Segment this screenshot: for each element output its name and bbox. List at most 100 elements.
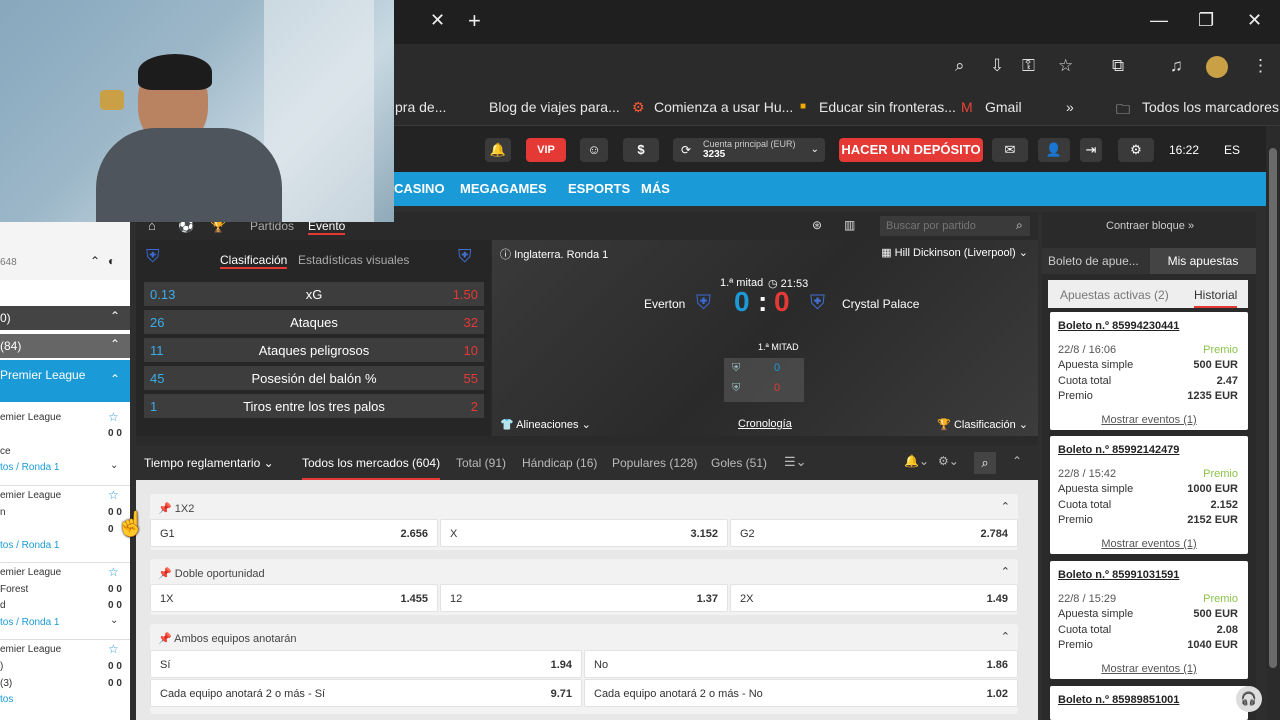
tab-popular[interactable]: Populares (128) <box>612 456 697 470</box>
group-label[interactable]: 0) <box>0 311 11 325</box>
bookmark-item[interactable]: Educar sin fronteras... <box>819 99 956 115</box>
odd-button[interactable]: 2X 1.49 <box>730 584 1018 612</box>
list-item[interactable]: emier League ☆ Forest d 0 0 0 0 tos / Ro… <box>0 562 130 634</box>
search-icon[interactable]: ⌕ <box>974 452 996 474</box>
logout-icon[interactable]: ⇥ <box>1080 138 1102 162</box>
timeline-button[interactable]: Cronología <box>738 418 792 430</box>
install-icon[interactable]: ⇩ <box>990 56 1004 76</box>
list-item[interactable]: emier League ☆ ) (3) 0 0 0 0 tos <box>0 639 130 711</box>
bookmark-item[interactable]: Comienza a usar Hu... <box>654 99 793 115</box>
chevron-up-icon[interactable]: ⌃ <box>1001 500 1010 513</box>
maximize-icon[interactable]: ❐ <box>1198 10 1214 31</box>
tab-total[interactable]: Total (91) <box>456 456 506 470</box>
tab-active-bets[interactable]: Apuestas activas (2) <box>1060 288 1169 302</box>
list-item[interactable]: emier League ☆ ce 0 0 tos / Ronda 1 ⌄ <box>0 408 130 480</box>
password-key-icon[interactable]: ⚿ <box>1022 56 1035 76</box>
favorite-star-icon[interactable]: ☆ <box>108 565 119 579</box>
chart-icon[interactable]: ▥ <box>844 218 855 232</box>
nav-casino[interactable]: CASINO <box>394 181 445 196</box>
odd-button[interactable]: Sí 1.94 <box>150 650 582 678</box>
odd-button[interactable]: 12 1.37 <box>440 584 728 612</box>
vip-button[interactable]: VIP <box>526 138 566 162</box>
bet-ticket[interactable]: Boleto n.º 85991031591 22/8 / 15:29 Premi… <box>1050 561 1248 679</box>
chevron-down-icon[interactable]: ⌄ <box>110 460 118 471</box>
league-label[interactable]: Premier League <box>0 368 85 382</box>
tab-handicap[interactable]: Hándicap (16) <box>522 456 597 470</box>
chevron-up-icon[interactable]: ⌃ <box>1001 565 1010 578</box>
more-menu-icon[interactable]: ☰⌄ <box>784 454 807 470</box>
chevron-down-icon[interactable]: ⌄ <box>110 615 118 626</box>
round-link[interactable]: tos / Ronda 1 <box>0 617 59 628</box>
odd-button[interactable]: Cada equipo anotará 2 o más - Sí 9.71 <box>150 679 582 707</box>
favorite-star-icon[interactable]: ☆ <box>108 488 119 502</box>
menu-kebab-icon[interactable]: ⋮ <box>1252 56 1269 76</box>
bookmark-item[interactable]: pra de... <box>395 99 446 115</box>
media-icon[interactable]: ♫ <box>1170 56 1183 76</box>
odd-button[interactable]: G2 2.784 <box>730 519 1018 547</box>
period-select[interactable]: Tiempo reglamentario ⌄ <box>144 456 274 470</box>
clock-time[interactable]: 16:22 <box>1162 138 1206 162</box>
globe-icon[interactable]: ◐ <box>108 254 115 268</box>
odd-button[interactable]: 1X 1.455 <box>150 584 438 612</box>
odd-button[interactable]: G1 2.656 <box>150 519 438 547</box>
mail-icon[interactable]: ✉ <box>992 138 1028 162</box>
scrollbar-thumb[interactable] <box>1269 148 1277 668</box>
nav-more[interactable]: MÁS <box>641 181 670 196</box>
bookmark-star-icon[interactable]: ☆ <box>1058 56 1073 76</box>
language-select[interactable]: ES <box>1214 138 1250 162</box>
odd-button[interactable]: No 1.86 <box>584 650 1018 678</box>
pin-icon[interactable]: ⊛ <box>812 218 822 232</box>
round-link[interactable]: tos <box>0 694 13 705</box>
chevron-up-icon[interactable]: ⌃ <box>110 337 120 351</box>
search-input[interactable] <box>880 216 1030 236</box>
list-item[interactable]: emier League ☆ n 0 0 0 tos / Ronda 1 <box>0 485 130 557</box>
refresh-icon[interactable]: ⟳ <box>681 138 691 162</box>
settings-gear-icon[interactable]: ⚙ <box>1118 138 1154 162</box>
collapse-icon[interactable]: ⌃ <box>1012 454 1022 468</box>
collapse-block-button[interactable]: Contraer bloque » <box>1106 220 1194 232</box>
gear-icon[interactable]: ⚙⌄ <box>938 454 959 468</box>
ticket-id[interactable]: Boleto n.º 85992142479 <box>1058 444 1179 456</box>
tab-all-markets[interactable]: Todos los mercados (604) <box>302 456 441 480</box>
show-events-link[interactable]: Mostrar eventos (1) <box>1050 538 1248 550</box>
odd-button[interactable]: Cada equipo anotará 2 o más - No 1.02 <box>584 679 1018 707</box>
chevron-up-icon[interactable]: ⌃ <box>110 309 120 323</box>
dollar-icon[interactable]: $ <box>623 138 659 162</box>
zoom-icon[interactable]: ⌕ <box>955 56 965 76</box>
venue-info[interactable]: ▦ Hill Dickinson (Liverpool) ⌄ <box>881 246 1028 259</box>
promo-icon[interactable]: ☺ <box>580 138 608 162</box>
round-link[interactable]: tos / Ronda 1 <box>0 462 59 473</box>
chevron-up-icon[interactable]: ⌃ <box>1001 630 1010 643</box>
profile-avatar[interactable] <box>1206 56 1228 78</box>
nav-esports[interactable]: ESPORTS <box>568 181 630 196</box>
user-icon[interactable]: 👤 <box>1038 138 1070 162</box>
nav-megagames[interactable]: MEGAGAMES <box>460 181 547 196</box>
bet-ticket[interactable]: Boleto n.º 85992142479 22/8 / 15:42 Premi… <box>1050 436 1248 554</box>
lineups-button[interactable]: 👕 Alineaciones ⌄ <box>500 418 591 431</box>
minimize-icon[interactable]: — <box>1150 10 1168 31</box>
group-label[interactable]: (84) <box>0 339 21 353</box>
ticket-id[interactable]: Boleto n.º 85994230441 <box>1058 320 1179 332</box>
tab-my-bets[interactable]: Mis apuestas <box>1150 248 1256 274</box>
ticket-id[interactable]: Boleto n.º 85989851001 <box>1058 694 1179 706</box>
bookmark-item[interactable]: Blog de viajes para... <box>489 99 620 115</box>
window-close-icon[interactable]: ✕ <box>1247 10 1262 31</box>
account-balance[interactable]: ⟳ Cuenta principal (EUR) 3235 ⌄ <box>673 138 825 162</box>
page-scrollbar[interactable] <box>1266 126 1280 720</box>
tab-bet-slip[interactable]: Boleto de apue... <box>1048 254 1139 268</box>
new-tab-icon[interactable]: + <box>468 8 481 34</box>
collapse-all-icon[interactable]: ⌃ <box>90 254 100 268</box>
more-bookmarks-icon[interactable]: » <box>1066 99 1074 115</box>
tab-history[interactable]: Historial <box>1194 288 1238 308</box>
ticket-id[interactable]: Boleto n.º 85991031591 <box>1058 569 1179 581</box>
bet-ticket[interactable]: Boleto n.º 85989851001 <box>1050 686 1248 720</box>
bell-icon[interactable]: 🔔⌄ <box>904 454 929 468</box>
extensions-icon[interactable]: ⧉ <box>1112 56 1124 76</box>
show-events-link[interactable]: Mostrar eventos (1) <box>1050 414 1248 426</box>
show-events-link[interactable]: Mostrar eventos (1) <box>1050 663 1248 675</box>
tab-classification[interactable]: Clasificación <box>220 253 288 269</box>
standings-button[interactable]: 🏆 Clasificación ⌄ <box>937 418 1028 431</box>
tab-visual-stats[interactable]: Estadísticas visuales <box>298 253 409 267</box>
tab-goals[interactable]: Goles (51) <box>711 456 767 470</box>
deposit-button[interactable]: HACER UN DEPÓSITO <box>839 138 983 162</box>
